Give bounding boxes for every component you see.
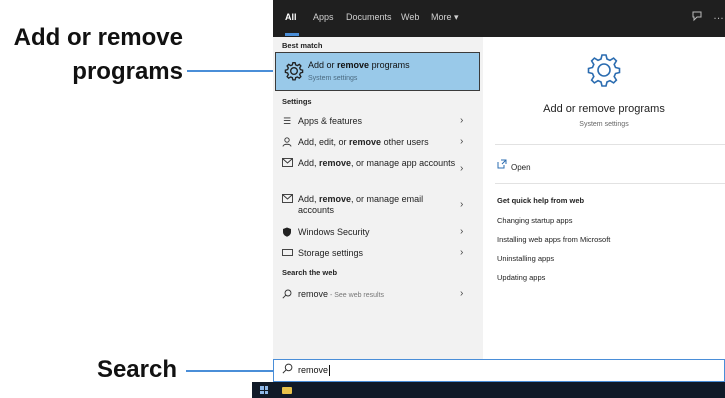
settings-item-storage[interactable]: Storage settings › xyxy=(273,244,483,264)
chevron-right-icon: › xyxy=(460,226,464,237)
preview-pane: Add or remove programs System settings O… xyxy=(483,37,725,359)
taskbar xyxy=(252,382,725,398)
callout-add-remove-label: Add or remove programs xyxy=(0,24,183,86)
mail-icon xyxy=(281,158,293,169)
settings-item-email-accounts[interactable]: Add, remove, or manage email accounts › xyxy=(273,190,483,218)
callout-search-line xyxy=(186,370,273,372)
web-result[interactable]: remove - See web results › xyxy=(273,285,483,305)
search-window: All Apps Documents Web More ▾ … Add or r… xyxy=(273,0,725,382)
search-icon xyxy=(282,363,293,377)
callout-line1: Add or remove xyxy=(13,24,183,51)
text-caret xyxy=(329,365,331,377)
search-input[interactable]: remove xyxy=(298,365,331,377)
search-box[interactable]: remove xyxy=(273,359,725,382)
open-button[interactable]: Open xyxy=(511,163,531,172)
help-link[interactable]: Changing startup apps xyxy=(497,216,572,225)
best-match-heading: Best match xyxy=(282,41,323,50)
gear-icon xyxy=(586,52,622,93)
settings-item-app-accounts[interactable]: Add, remove, or manage app accounts › xyxy=(273,154,483,182)
callout-search-label: Search xyxy=(96,356,177,383)
chevron-right-icon: › xyxy=(460,199,464,210)
mail-icon xyxy=(281,194,293,205)
help-link[interactable]: Uninstalling apps xyxy=(497,254,554,263)
more-options-icon[interactable]: … xyxy=(713,10,724,22)
chevron-right-icon: › xyxy=(460,247,464,258)
settings-item-apps-features[interactable]: ☰ Apps & features › xyxy=(273,112,483,132)
preview-divider xyxy=(495,183,725,184)
tab-apps[interactable]: Apps xyxy=(313,12,334,22)
callout-line2: programs xyxy=(72,58,183,85)
preview-divider xyxy=(495,144,725,145)
storage-icon xyxy=(281,248,293,258)
settings-heading: Settings xyxy=(282,97,312,106)
search-icon xyxy=(281,289,293,301)
chevron-right-icon: › xyxy=(460,136,464,147)
search-web-heading: Search the web xyxy=(282,268,338,277)
best-match-title: Add or remove programs xyxy=(308,60,410,70)
preview-subtitle: System settings xyxy=(579,121,629,128)
settings-item-other-users[interactable]: Add, edit, or remove other users › xyxy=(273,133,483,153)
chevron-right-icon: › xyxy=(460,288,464,299)
chevron-right-icon: › xyxy=(460,163,464,174)
best-match-subtitle: System settings xyxy=(308,75,358,82)
windows-start-icon[interactable] xyxy=(260,386,268,394)
shield-icon xyxy=(281,227,293,239)
chevron-right-icon: › xyxy=(460,115,464,126)
help-link[interactable]: Updating apps xyxy=(497,273,545,282)
quick-help-heading: Get quick help from web xyxy=(497,196,585,205)
preview-title: Add or remove programs xyxy=(543,103,665,115)
tab-all[interactable]: All xyxy=(285,12,297,22)
apps-list-icon: ☰ xyxy=(282,116,292,126)
active-tab-indicator xyxy=(285,33,299,36)
tab-web[interactable]: Web xyxy=(401,12,419,22)
feedback-icon[interactable] xyxy=(691,10,703,25)
callout-add-remove-line xyxy=(187,70,273,72)
search-tabs-bar: All Apps Documents Web More ▾ … xyxy=(273,0,725,37)
tab-documents[interactable]: Documents xyxy=(346,12,392,22)
person-icon xyxy=(281,137,293,149)
file-explorer-icon[interactable] xyxy=(282,387,292,394)
gear-icon xyxy=(284,61,304,86)
tab-more[interactable]: More ▾ xyxy=(431,12,459,23)
settings-item-windows-security[interactable]: Windows Security › xyxy=(273,223,483,243)
best-match-result[interactable]: Add or remove programs System settings xyxy=(275,52,480,91)
help-link[interactable]: Installing web apps from Microsoft xyxy=(497,235,610,244)
open-icon xyxy=(497,159,507,172)
